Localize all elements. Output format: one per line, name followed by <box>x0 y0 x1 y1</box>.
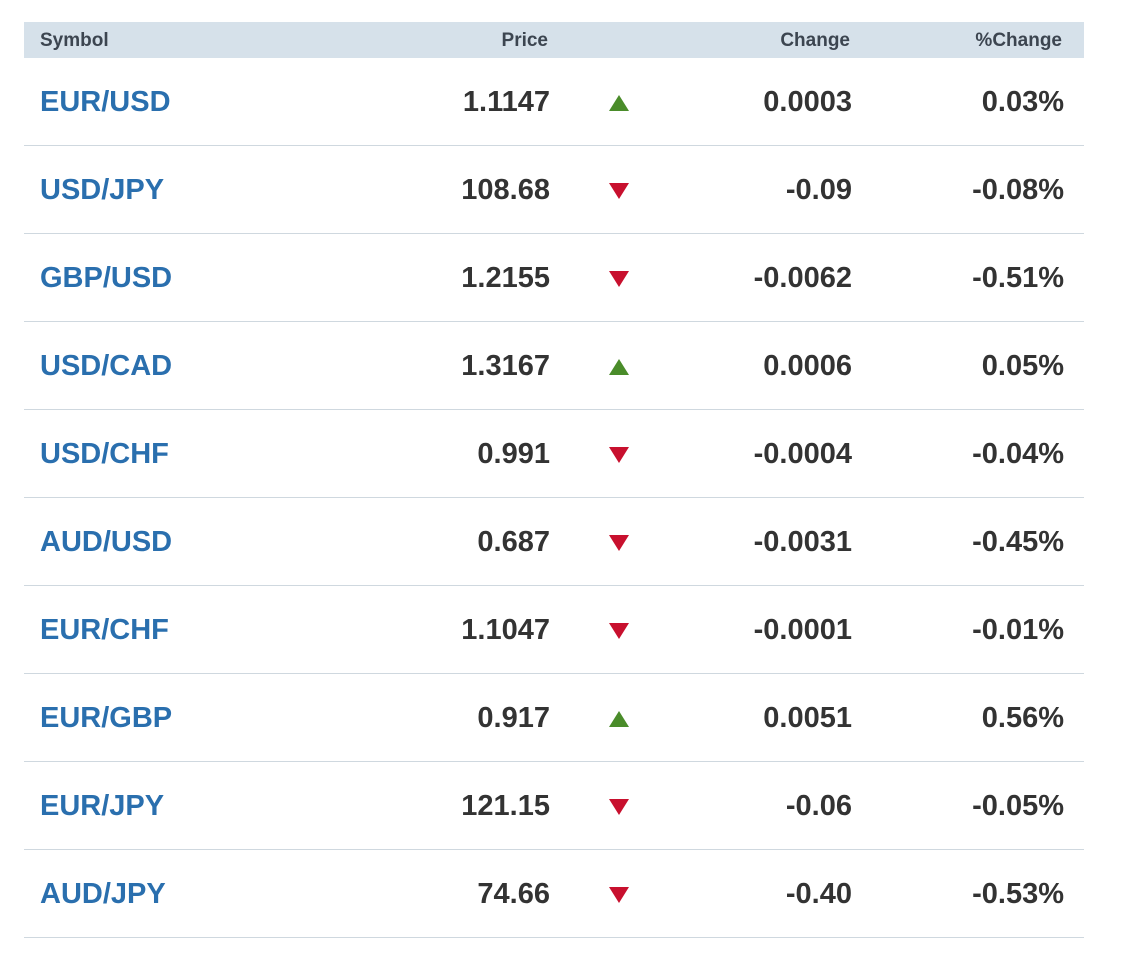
percent-change-value: 0.56% <box>981 702 1064 734</box>
arrow-up-icon <box>609 95 629 111</box>
symbol-link[interactable]: EUR/CHF <box>40 586 169 673</box>
symbol-link[interactable]: EUR/GBP <box>40 674 172 761</box>
table-row: USD/CHF 0.991 -0.0004 -0.04% <box>24 410 1084 498</box>
arrow-down-icon <box>609 271 629 287</box>
price-value: 74.66 <box>477 878 550 910</box>
change-value: 0.0003 <box>763 86 852 118</box>
symbol-link[interactable]: AUD/JPY <box>40 850 166 937</box>
symbol-link[interactable]: USD/CAD <box>40 322 172 409</box>
table-row: USD/CAD 1.3167 0.0006 0.05% <box>24 322 1084 410</box>
symbol-link[interactable]: EUR/JPY <box>40 762 164 849</box>
change-value: 0.0051 <box>763 702 852 734</box>
arrow-up-icon <box>609 359 629 375</box>
price-value: 1.2155 <box>461 262 550 294</box>
percent-change-value: -0.01% <box>972 614 1064 646</box>
table-row: GBP/USD 1.2155 -0.0062 -0.51% <box>24 234 1084 322</box>
arrow-down-icon <box>609 887 629 903</box>
arrow-up-icon <box>609 711 629 727</box>
change-value: -0.06 <box>785 790 852 822</box>
column-header-percent-change[interactable]: %Change <box>975 22 1062 58</box>
price-value: 1.3167 <box>461 350 550 382</box>
table-row: EUR/USD 1.1147 0.0003 0.03% <box>24 58 1084 146</box>
percent-change-value: -0.08% <box>972 174 1064 206</box>
percent-change-value: -0.53% <box>972 878 1064 910</box>
percent-change-value: -0.04% <box>972 438 1064 470</box>
symbol-link[interactable]: USD/JPY <box>40 146 164 233</box>
symbol-link[interactable]: EUR/USD <box>40 58 171 145</box>
price-value: 1.1147 <box>462 86 550 118</box>
table-row: EUR/GBP 0.917 0.0051 0.56% <box>24 674 1084 762</box>
table-row: EUR/CHF 1.1047 -0.0001 -0.01% <box>24 586 1084 674</box>
percent-change-value: -0.45% <box>972 526 1064 558</box>
currency-quotes-table: Symbol Price Change %Change EUR/USD 1.11… <box>24 22 1084 938</box>
table-row: EUR/JPY 121.15 -0.06 -0.05% <box>24 762 1084 850</box>
symbol-link[interactable]: AUD/USD <box>40 498 172 585</box>
price-value: 0.917 <box>477 702 550 734</box>
arrow-down-icon <box>609 183 629 199</box>
table-row: AUD/JPY 74.66 -0.40 -0.53% <box>24 850 1084 938</box>
change-value: -0.0062 <box>753 262 852 294</box>
price-value: 0.687 <box>477 526 550 558</box>
table-body: EUR/USD 1.1147 0.0003 0.03% USD/JPY 108.… <box>24 58 1084 938</box>
percent-change-value: -0.05% <box>972 790 1064 822</box>
column-header-price[interactable]: Price <box>502 22 548 58</box>
change-value: -0.0001 <box>753 614 852 646</box>
change-value: -0.40 <box>785 878 852 910</box>
percent-change-value: 0.05% <box>981 350 1064 382</box>
percent-change-value: 0.03% <box>981 86 1064 118</box>
symbol-link[interactable]: GBP/USD <box>40 234 172 321</box>
arrow-down-icon <box>609 535 629 551</box>
table-header: Symbol Price Change %Change <box>24 22 1084 58</box>
column-header-change[interactable]: Change <box>780 22 850 58</box>
price-value: 121.15 <box>461 790 550 822</box>
arrow-down-icon <box>609 623 629 639</box>
change-value: 0.0006 <box>763 350 852 382</box>
table-row: USD/JPY 108.68 -0.09 -0.08% <box>24 146 1084 234</box>
price-value: 1.1047 <box>461 614 550 646</box>
change-value: -0.0004 <box>753 438 852 470</box>
arrow-down-icon <box>609 447 629 463</box>
price-value: 108.68 <box>461 174 550 206</box>
arrow-down-icon <box>609 799 629 815</box>
table-row: AUD/USD 0.687 -0.0031 -0.45% <box>24 498 1084 586</box>
column-header-symbol[interactable]: Symbol <box>40 22 109 58</box>
percent-change-value: -0.51% <box>972 262 1064 294</box>
change-value: -0.0031 <box>753 526 852 558</box>
symbol-link[interactable]: USD/CHF <box>40 410 169 497</box>
price-value: 0.991 <box>477 438 550 470</box>
change-value: -0.09 <box>785 174 852 206</box>
